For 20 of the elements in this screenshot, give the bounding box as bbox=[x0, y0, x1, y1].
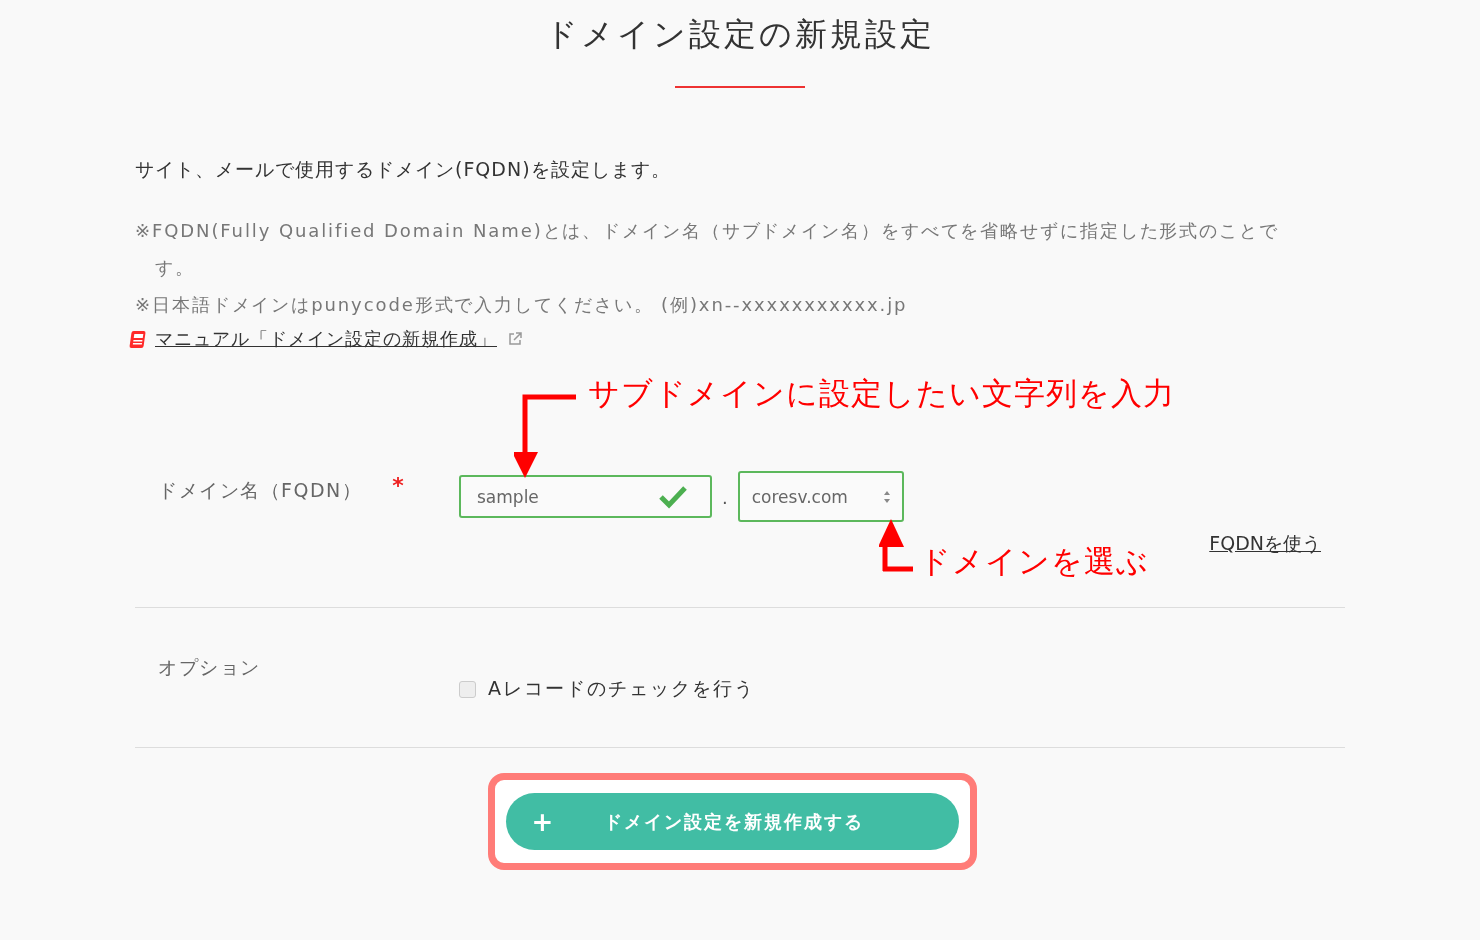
plus-icon: + bbox=[531, 806, 552, 837]
note-text: ※日本語ドメインはpunycode形式で入力してください。 (例)xn--xxxxxxxxxxx.jp bbox=[135, 293, 909, 317]
note-text: ※FQDN(Fully Qualified Domain Name)とは、ドメイン名（サブドメイン名）をすべてを省略せずに指定した形式のことです。 bbox=[135, 219, 1280, 280]
manual-book-icon bbox=[127, 329, 147, 349]
use-fqdn-link[interactable]: FQDNを使う bbox=[1209, 531, 1321, 557]
checkbox[interactable] bbox=[459, 680, 476, 698]
required-mark: * bbox=[392, 475, 404, 497]
subdomain-field[interactable]: sample bbox=[459, 475, 712, 518]
domain-select[interactable]: coresv.com bbox=[737, 471, 904, 522]
checkbox-label: Aレコードのチェックを行う bbox=[488, 676, 755, 701]
description-text: サイト、メールで使用するドメイン(FQDN)を設定します。 bbox=[135, 157, 672, 182]
annotation-text: ドメインを選ぶ bbox=[919, 542, 1149, 581]
external-link-icon bbox=[507, 331, 523, 347]
dialog-title: ドメイン設定の新規設定 bbox=[545, 14, 935, 55]
field-label: オプション bbox=[158, 655, 261, 680]
annotation-arrow bbox=[879, 517, 913, 575]
separator-dot: . bbox=[722, 486, 728, 510]
field-label: ドメイン名（FQDN） bbox=[158, 478, 363, 503]
manual-link[interactable]: マニュアル「ドメイン設定の新規作成」 bbox=[155, 325, 497, 353]
annotation-text: サブドメインに設定したい文字列を入力 bbox=[588, 374, 1175, 413]
